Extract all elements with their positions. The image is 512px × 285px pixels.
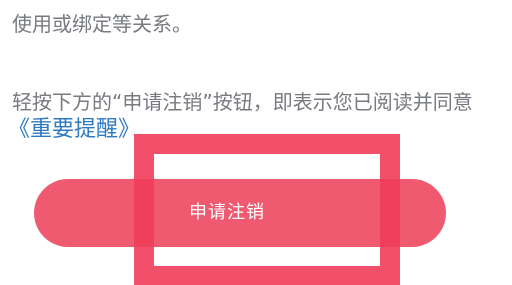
watermark-text: 中文网 bbox=[457, 258, 506, 277]
top-text-line: 使用或绑定等关系。 bbox=[12, 12, 192, 36]
apply-cancellation-button[interactable]: 申请注销 bbox=[34, 179, 446, 247]
watermark: php 中文网 bbox=[414, 253, 506, 279]
important-reminder-link[interactable]: 《重要提醒》 bbox=[8, 111, 140, 143]
screen: 使用或绑定等关系。 轻按下方的“申请注销”按钮，即表示您已阅读并同意 《重要提醒… bbox=[0, 0, 512, 285]
apply-cancellation-button-label: 申请注销 bbox=[189, 202, 265, 223]
php-logo-icon: php bbox=[414, 253, 453, 279]
